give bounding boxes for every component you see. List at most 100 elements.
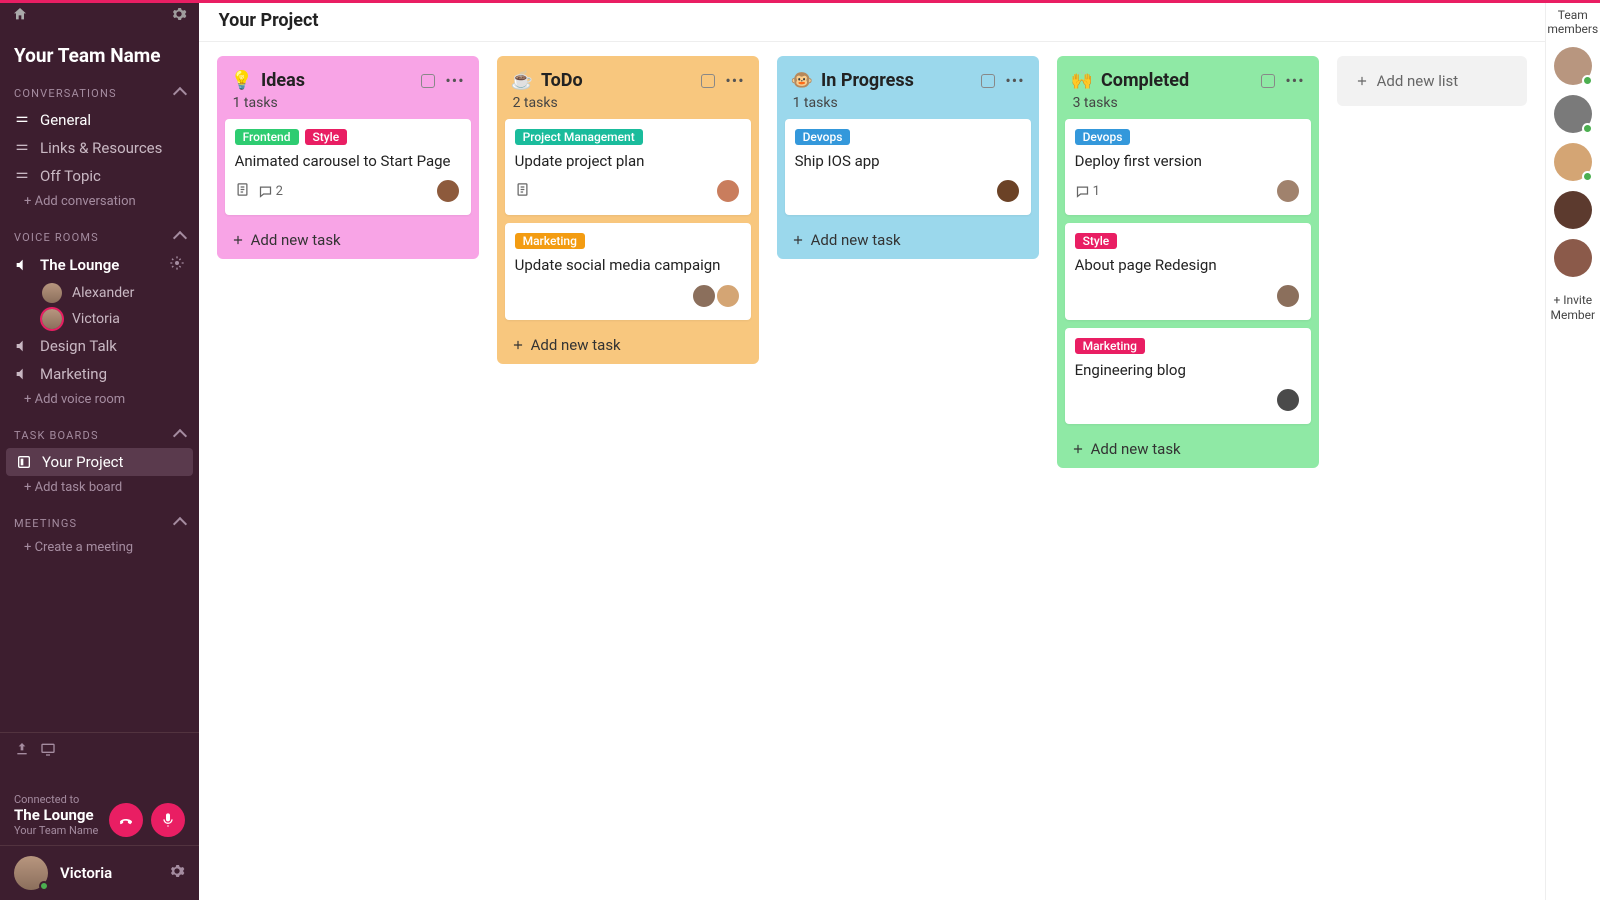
list-title[interactable]: Completed — [1101, 70, 1189, 91]
list-count: 2 tasks — [505, 95, 751, 119]
list-title[interactable]: In Progress — [821, 70, 914, 91]
comments-icon[interactable]: 1 — [1075, 184, 1100, 199]
board-icon — [16, 454, 32, 470]
avatar[interactable] — [995, 178, 1021, 204]
task-card[interactable]: Devops Ship IOS app — [785, 119, 1031, 215]
tag[interactable]: Marketing — [515, 233, 585, 249]
member-avatar[interactable] — [1554, 143, 1592, 181]
card-title: Animated carousel to Start Page — [235, 151, 461, 171]
voice-user[interactable]: Victoria — [28, 306, 199, 332]
voice-room-item[interactable]: Design Talk — [0, 332, 199, 360]
tag[interactable]: Style — [305, 129, 348, 145]
tag[interactable]: Marketing — [1075, 338, 1145, 354]
card-title: Update social media campaign — [515, 255, 741, 275]
add-task-button[interactable]: Add new task — [225, 223, 471, 249]
add-task-board[interactable]: + Add task board — [0, 476, 199, 501]
avatar[interactable] — [1275, 387, 1301, 413]
task-card[interactable]: Marketing Update social media campaign — [505, 223, 751, 319]
user-settings-icon[interactable] — [169, 863, 185, 883]
member-avatar[interactable] — [1554, 95, 1592, 133]
list-checkbox[interactable] — [701, 74, 715, 88]
avatar[interactable] — [435, 178, 461, 204]
member-avatar[interactable] — [1554, 191, 1592, 229]
mic-button[interactable] — [151, 803, 185, 837]
list-checkbox[interactable] — [981, 74, 995, 88]
add-conversation[interactable]: + Add conversation — [0, 190, 199, 215]
chevron-up-icon — [173, 428, 187, 442]
list-emoji: 🙌 — [1071, 70, 1093, 91]
conversation-item[interactable]: Links & Resources — [0, 134, 199, 162]
tag[interactable]: Frontend — [235, 129, 299, 145]
list-title[interactable]: Ideas — [261, 70, 305, 91]
tag[interactable]: Devops — [795, 129, 851, 145]
avatar[interactable] — [1275, 283, 1301, 309]
more-icon[interactable]: ••• — [1005, 71, 1024, 90]
card-title: Ship IOS app — [795, 151, 1021, 171]
list-checkbox[interactable] — [421, 74, 435, 88]
list: 🙌Completed•••3 tasksDevopsDeploy first v… — [1057, 56, 1319, 468]
add-task-button[interactable]: Add new task — [1065, 432, 1311, 458]
more-icon[interactable]: ••• — [725, 71, 744, 90]
conversation-item[interactable]: General — [0, 106, 199, 134]
hash-icon — [14, 112, 30, 128]
screen-icon[interactable] — [40, 741, 56, 761]
tag[interactable]: Style — [1075, 233, 1118, 249]
section-boards[interactable]: TASK BOARDS — [0, 423, 199, 448]
voice-room-item[interactable]: The Lounge — [0, 250, 199, 280]
more-icon[interactable]: ••• — [1285, 71, 1304, 90]
invite-member[interactable]: + Invite Member — [1546, 293, 1600, 324]
voice-user[interactable]: Alexander — [28, 280, 199, 306]
avatar — [42, 283, 62, 303]
user-avatar[interactable] — [14, 856, 48, 890]
section-meetings[interactable]: MEETINGS — [0, 511, 199, 536]
team-name[interactable]: Your Team Name — [0, 32, 199, 81]
task-card[interactable]: Style About page Redesign — [1065, 223, 1311, 319]
page-title: Your Project — [199, 0, 1545, 42]
task-card[interactable]: Project ManagementUpdate project plan — [505, 119, 751, 215]
task-card[interactable]: Frontend Style Animated carousel to Start … — [225, 119, 471, 215]
add-task-button[interactable]: Add new task — [785, 223, 1031, 249]
member-avatar[interactable] — [1554, 47, 1592, 85]
chevron-up-icon — [173, 86, 187, 100]
home-icon[interactable] — [12, 6, 28, 26]
hangup-button[interactable] — [109, 803, 143, 837]
list-checkbox[interactable] — [1261, 74, 1275, 88]
add-list-button[interactable]: Add new list — [1337, 56, 1527, 106]
description-icon — [235, 182, 250, 201]
tag[interactable]: Devops — [1075, 129, 1131, 145]
list: 💡Ideas•••1 tasksFrontendStyleAnimated ca… — [217, 56, 479, 259]
speaker-icon — [14, 257, 30, 273]
voice-room-item[interactable]: Marketing — [0, 360, 199, 388]
add-task-button[interactable]: Add new task — [505, 328, 751, 354]
connected-room: The Lounge — [14, 806, 98, 824]
avatar[interactable] — [691, 283, 717, 309]
section-voice[interactable]: VOICE ROOMS — [0, 225, 199, 250]
connected-label: Connected to — [14, 793, 98, 806]
list: ☕ToDo•••2 tasksProject ManagementUpdate … — [497, 56, 759, 364]
comments-icon[interactable]: 2 — [258, 184, 283, 199]
gear-icon[interactable] — [171, 6, 187, 26]
upload-icon[interactable] — [14, 741, 30, 761]
member-avatar[interactable] — [1554, 239, 1592, 277]
current-user: Victoria — [60, 864, 112, 882]
list: 🐵In Progress•••1 tasksDevopsShip IOS app… — [777, 56, 1039, 259]
board-item[interactable]: Your Project — [6, 448, 193, 476]
list-emoji: 🐵 — [791, 70, 813, 91]
add-voice-room[interactable]: + Add voice room — [0, 388, 199, 413]
avatar[interactable] — [1275, 178, 1301, 204]
gear-icon[interactable] — [169, 255, 185, 275]
card-title: About page Redesign — [1075, 255, 1301, 275]
create-meeting[interactable]: + Create a meeting — [0, 536, 199, 561]
conversation-item[interactable]: Off Topic — [0, 162, 199, 190]
avatar[interactable] — [715, 178, 741, 204]
more-icon[interactable]: ••• — [445, 71, 464, 90]
list-title[interactable]: ToDo — [541, 70, 583, 91]
chevron-up-icon — [173, 230, 187, 244]
speaker-icon — [14, 366, 30, 382]
tag[interactable]: Project Management — [515, 129, 643, 145]
task-card[interactable]: DevopsDeploy first version1 — [1065, 119, 1311, 215]
section-conversations[interactable]: CONVERSATIONS — [0, 81, 199, 106]
task-card[interactable]: MarketingEngineering blog — [1065, 328, 1311, 424]
hash-icon — [14, 168, 30, 184]
avatar[interactable] — [715, 283, 741, 309]
